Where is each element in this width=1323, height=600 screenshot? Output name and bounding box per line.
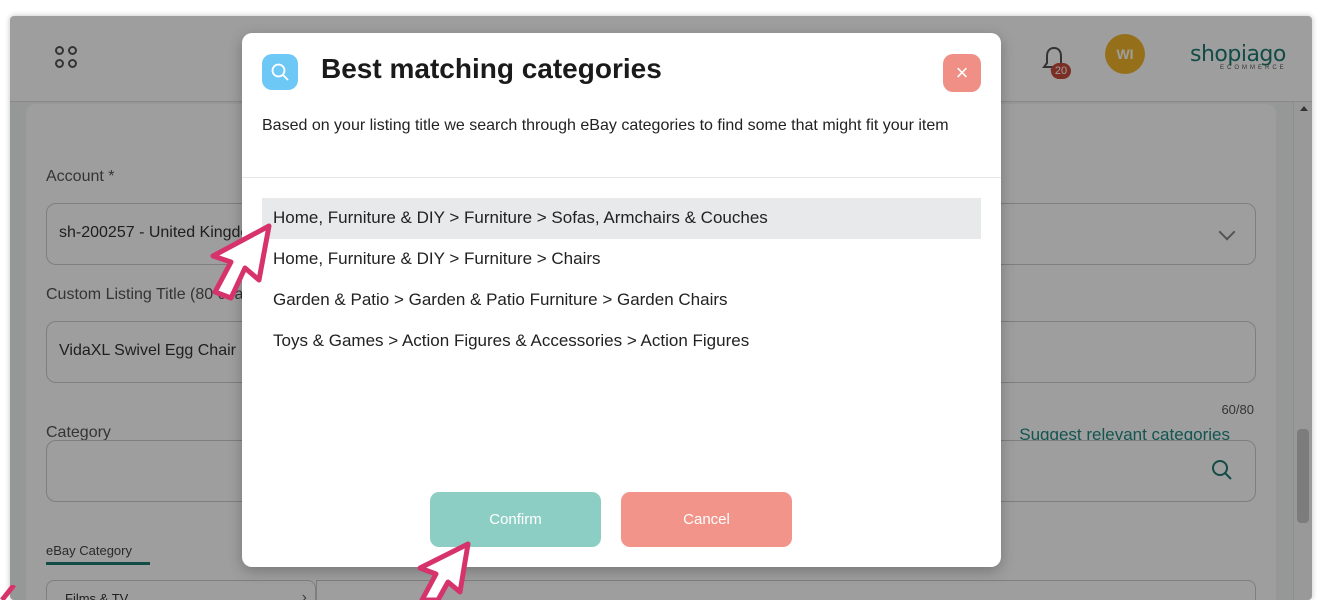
category-list: Home, Furniture & DIY > Furniture > Sofa… [262, 198, 981, 362]
pointer-arrow-icon [210, 223, 272, 301]
modal-description: Based on your listing title we search th… [262, 117, 949, 134]
modal-header: Best matching categories × Based on your… [242, 33, 1001, 178]
pointer-arrow-icon [0, 585, 16, 600]
search-icon [262, 54, 298, 90]
category-option-label: Home, Furniture & DIY > Furniture > Sofa… [273, 208, 768, 227]
category-option[interactable]: Home, Furniture & DIY > Furniture > Chai… [262, 239, 981, 280]
category-option-label: Home, Furniture & DIY > Furniture > Chai… [273, 249, 601, 268]
category-option-label: Toys & Games > Action Figures & Accessor… [273, 331, 750, 350]
category-option[interactable]: Home, Furniture & DIY > Furniture > Sofa… [262, 198, 981, 239]
category-option[interactable]: Toys & Games > Action Figures & Accessor… [262, 321, 981, 362]
modal-title: Best matching categories [321, 53, 662, 84]
category-option-label: Garden & Patio > Garden & Patio Furnitur… [273, 290, 728, 309]
category-modal: Best matching categories × Based on your… [242, 33, 1001, 567]
pointer-arrow-icon [417, 541, 471, 600]
cancel-button[interactable]: Cancel [621, 492, 792, 547]
confirm-button[interactable]: Confirm [430, 492, 601, 547]
category-option[interactable]: Garden & Patio > Garden & Patio Furnitur… [262, 280, 981, 321]
close-button[interactable]: × [943, 54, 981, 92]
